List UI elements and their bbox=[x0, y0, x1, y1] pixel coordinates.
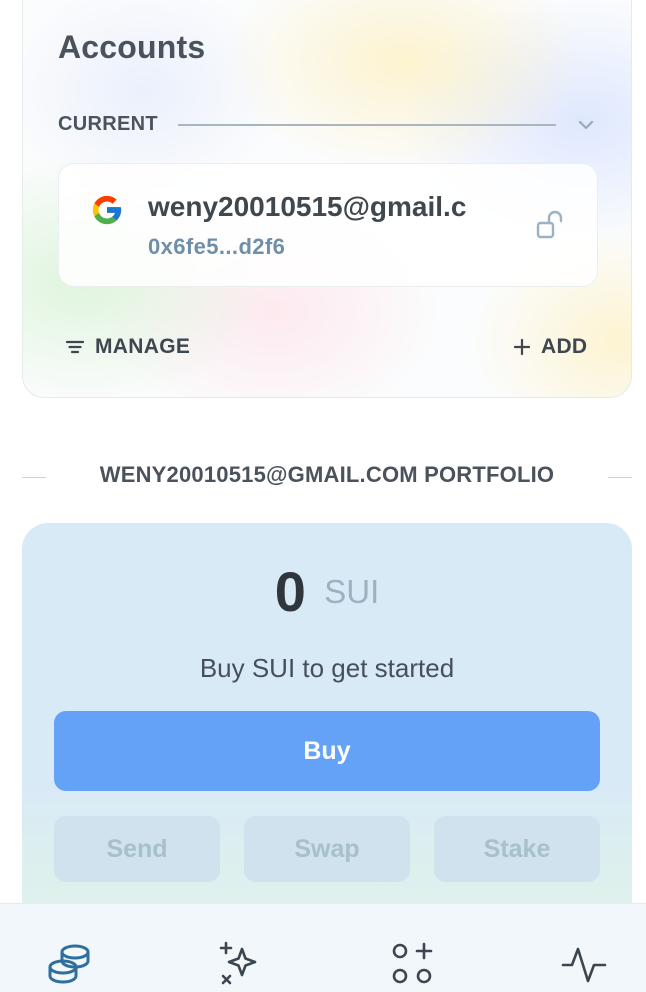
divider bbox=[608, 477, 632, 478]
unlock-icon[interactable] bbox=[535, 208, 569, 242]
sparkle-icon bbox=[219, 941, 257, 985]
manage-label: MANAGE bbox=[95, 335, 191, 358]
portfolio-heading: WENY20010515@GMAIL.COM PORTFOLIO bbox=[22, 462, 632, 492]
current-section-header[interactable]: CURRENT bbox=[58, 113, 598, 137]
nav-activity[interactable] bbox=[559, 940, 609, 990]
nav-apps[interactable] bbox=[387, 940, 437, 990]
activity-icon bbox=[561, 947, 607, 983]
buy-hint: Buy SUI to get started bbox=[199, 653, 455, 683]
coins-icon bbox=[48, 944, 90, 984]
chevron-down-icon[interactable] bbox=[574, 113, 598, 137]
accounts-card: Accounts CURRENT weny20010515@gmail.c 0x… bbox=[22, 0, 632, 398]
portfolio-title: WENY20010515@GMAIL.COM PORTFOLIO bbox=[99, 462, 555, 487]
plus-icon bbox=[513, 338, 531, 356]
swap-button[interactable]: Swap bbox=[244, 816, 410, 882]
balance-unit: SUI bbox=[324, 572, 380, 610]
divider bbox=[178, 124, 556, 126]
nav-nfts[interactable] bbox=[215, 940, 265, 990]
buy-button[interactable]: Buy bbox=[54, 711, 600, 791]
manage-button[interactable]: MANAGE bbox=[65, 333, 190, 361]
add-account-button[interactable]: ADD bbox=[513, 333, 587, 361]
stake-button[interactable]: Stake bbox=[434, 816, 600, 882]
filter-icon bbox=[65, 340, 85, 354]
balance: 0 SUI bbox=[22, 559, 632, 624]
accounts-title: Accounts bbox=[58, 29, 206, 65]
account-address[interactable]: 0x6fe5...d2f6 bbox=[148, 234, 285, 260]
send-button[interactable]: Send bbox=[54, 816, 220, 882]
current-label: CURRENT bbox=[58, 113, 158, 135]
account-email: weny20010515@gmail.c bbox=[148, 191, 467, 222]
balance-amount: 0 bbox=[274, 560, 306, 623]
add-label: ADD bbox=[541, 335, 588, 358]
nav-tokens[interactable] bbox=[44, 940, 94, 990]
apps-icon bbox=[392, 942, 433, 984]
account-item[interactable]: weny20010515@gmail.c 0x6fe5...d2f6 bbox=[58, 163, 598, 287]
google-icon bbox=[92, 195, 122, 225]
portfolio-card: 0 SUI Buy SUI to get started Buy Send Sw… bbox=[22, 523, 632, 943]
bottom-nav bbox=[0, 903, 646, 992]
